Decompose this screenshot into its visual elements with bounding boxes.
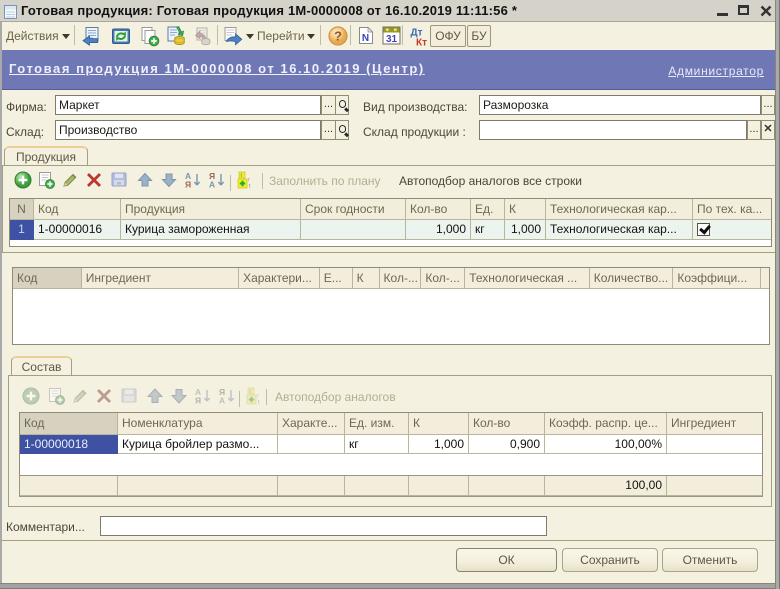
svg-text:N: N	[362, 33, 369, 44]
svg-text:?: ?	[334, 29, 342, 44]
svg-text:Я: Я	[185, 180, 191, 190]
svg-text:А: А	[219, 396, 225, 406]
svg-text:t: t	[258, 400, 260, 406]
svg-text:Я: Я	[195, 396, 201, 406]
svg-text:ок: ок	[117, 181, 122, 186]
svg-text:г: г	[248, 177, 251, 184]
svg-text:г: г	[257, 393, 260, 400]
svg-text:А: А	[209, 180, 215, 190]
svg-text:31: 31	[386, 34, 398, 45]
svg-text:t: t	[249, 184, 251, 190]
svg-text:Кт: Кт	[416, 38, 427, 48]
